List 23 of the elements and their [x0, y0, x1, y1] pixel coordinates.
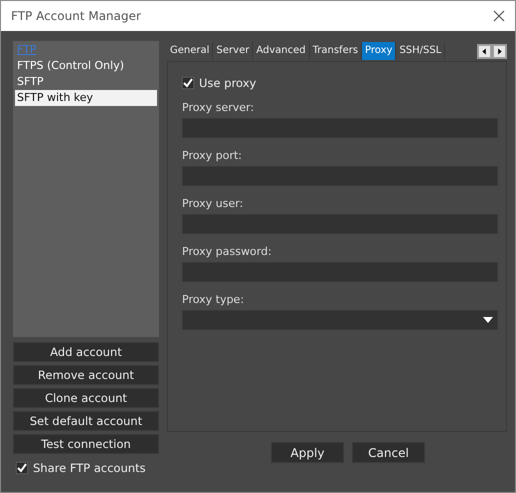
field-label: Proxy port: [182, 149, 243, 162]
checkbox-label: Use proxy [199, 76, 256, 90]
tab[interactable]: Advanced [253, 42, 310, 60]
tab[interactable]: Proxy [362, 42, 396, 60]
field-label: Proxy server: [182, 101, 255, 114]
window-title: FTP Account Manager [11, 9, 141, 23]
field-label: Proxy user: [182, 197, 244, 210]
field-label: Proxy type: [182, 293, 245, 306]
account-button[interactable]: Add account [13, 342, 159, 362]
dialog-button[interactable]: Apply [271, 442, 344, 463]
account-item[interactable]: SFTP with key [15, 90, 157, 106]
account-button[interactable]: Set default account [13, 411, 159, 431]
tab[interactable]: SSH/SSL [396, 42, 446, 60]
tab[interactable]: General [167, 42, 214, 60]
account-button[interactable]: Remove account [13, 365, 159, 385]
tab[interactable]: Server [213, 42, 254, 60]
checkbox-label: Share FTP accounts [33, 461, 146, 475]
account-item[interactable]: SFTP [15, 74, 157, 90]
dialog-button[interactable]: Cancel [352, 442, 425, 463]
account-item[interactable]: FTPS (Control Only) [15, 58, 157, 74]
field-label: Proxy password: [182, 245, 273, 258]
account-button[interactable]: Clone account [13, 388, 159, 408]
account-button[interactable]: Test connection [13, 434, 159, 454]
